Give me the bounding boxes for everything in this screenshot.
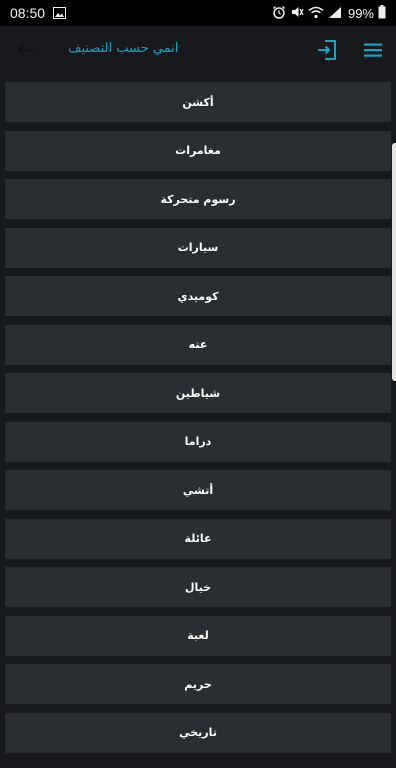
- genre-label: حريم: [184, 677, 212, 691]
- genre-label: كوميدي: [177, 289, 219, 303]
- genre-label: سيارات: [177, 241, 219, 254]
- app-bar: انمي حسب التصنيف: [0, 26, 396, 74]
- genre-label: مغامرات: [175, 144, 221, 157]
- image-icon: [53, 4, 67, 23]
- genre-item[interactable]: كوميدي: [5, 276, 391, 316]
- genre-item[interactable]: دراما: [5, 421, 391, 462]
- genre-label: عائلة: [184, 532, 212, 545]
- arrow-left-icon: [17, 42, 36, 58]
- battery-percent: 99%: [347, 5, 374, 21]
- battery-icon: [378, 4, 386, 23]
- genre-item[interactable]: رسوم متحركة: [5, 179, 391, 219]
- genre-item[interactable]: شياطين: [5, 373, 391, 413]
- genre-item[interactable]: سيارات: [5, 227, 391, 268]
- status-bar: 08:50 99%: [0, 0, 396, 26]
- genre-item[interactable]: خيال: [5, 567, 391, 607]
- login-icon: [318, 40, 336, 60]
- genre-item[interactable]: لعبة: [5, 615, 391, 656]
- genre-item[interactable]: عته: [5, 324, 391, 365]
- genre-item[interactable]: أتشي: [5, 470, 391, 510]
- wifi-icon: [308, 4, 324, 23]
- edge-panel-handle[interactable]: [392, 143, 396, 381]
- genre-label: أكشن: [182, 95, 214, 109]
- genre-label: خيال: [184, 580, 212, 594]
- genre-item[interactable]: حريم: [5, 664, 391, 704]
- genre-label: تاريخي: [179, 726, 217, 739]
- genre-list: أكشن مغامرات رسوم متحركة سيارات كوميدي ع…: [5, 82, 391, 761]
- status-time: 08:50: [10, 5, 46, 21]
- genre-label: عته: [188, 338, 208, 351]
- signal-icon: [328, 4, 342, 23]
- genre-item[interactable]: مغامرات: [5, 130, 391, 171]
- genre-label: رسوم متحركة: [160, 192, 236, 206]
- login-button[interactable]: [313, 37, 341, 63]
- genre-item[interactable]: عائلة: [5, 518, 391, 559]
- hamburger-menu-icon: [364, 43, 382, 57]
- alarm-icon: [272, 4, 286, 23]
- menu-button[interactable]: [360, 37, 386, 63]
- genre-item[interactable]: أكشن: [5, 82, 391, 122]
- genre-label: لعبة: [187, 629, 209, 642]
- page-title: انمي حسب التصنيف: [68, 41, 179, 56]
- genre-item[interactable]: تاريخي: [5, 712, 391, 753]
- mute-icon: [290, 4, 304, 23]
- genre-label: أتشي: [182, 483, 214, 497]
- genre-label: دراما: [184, 435, 212, 448]
- genre-label: شياطين: [175, 386, 221, 400]
- back-button[interactable]: [12, 36, 40, 64]
